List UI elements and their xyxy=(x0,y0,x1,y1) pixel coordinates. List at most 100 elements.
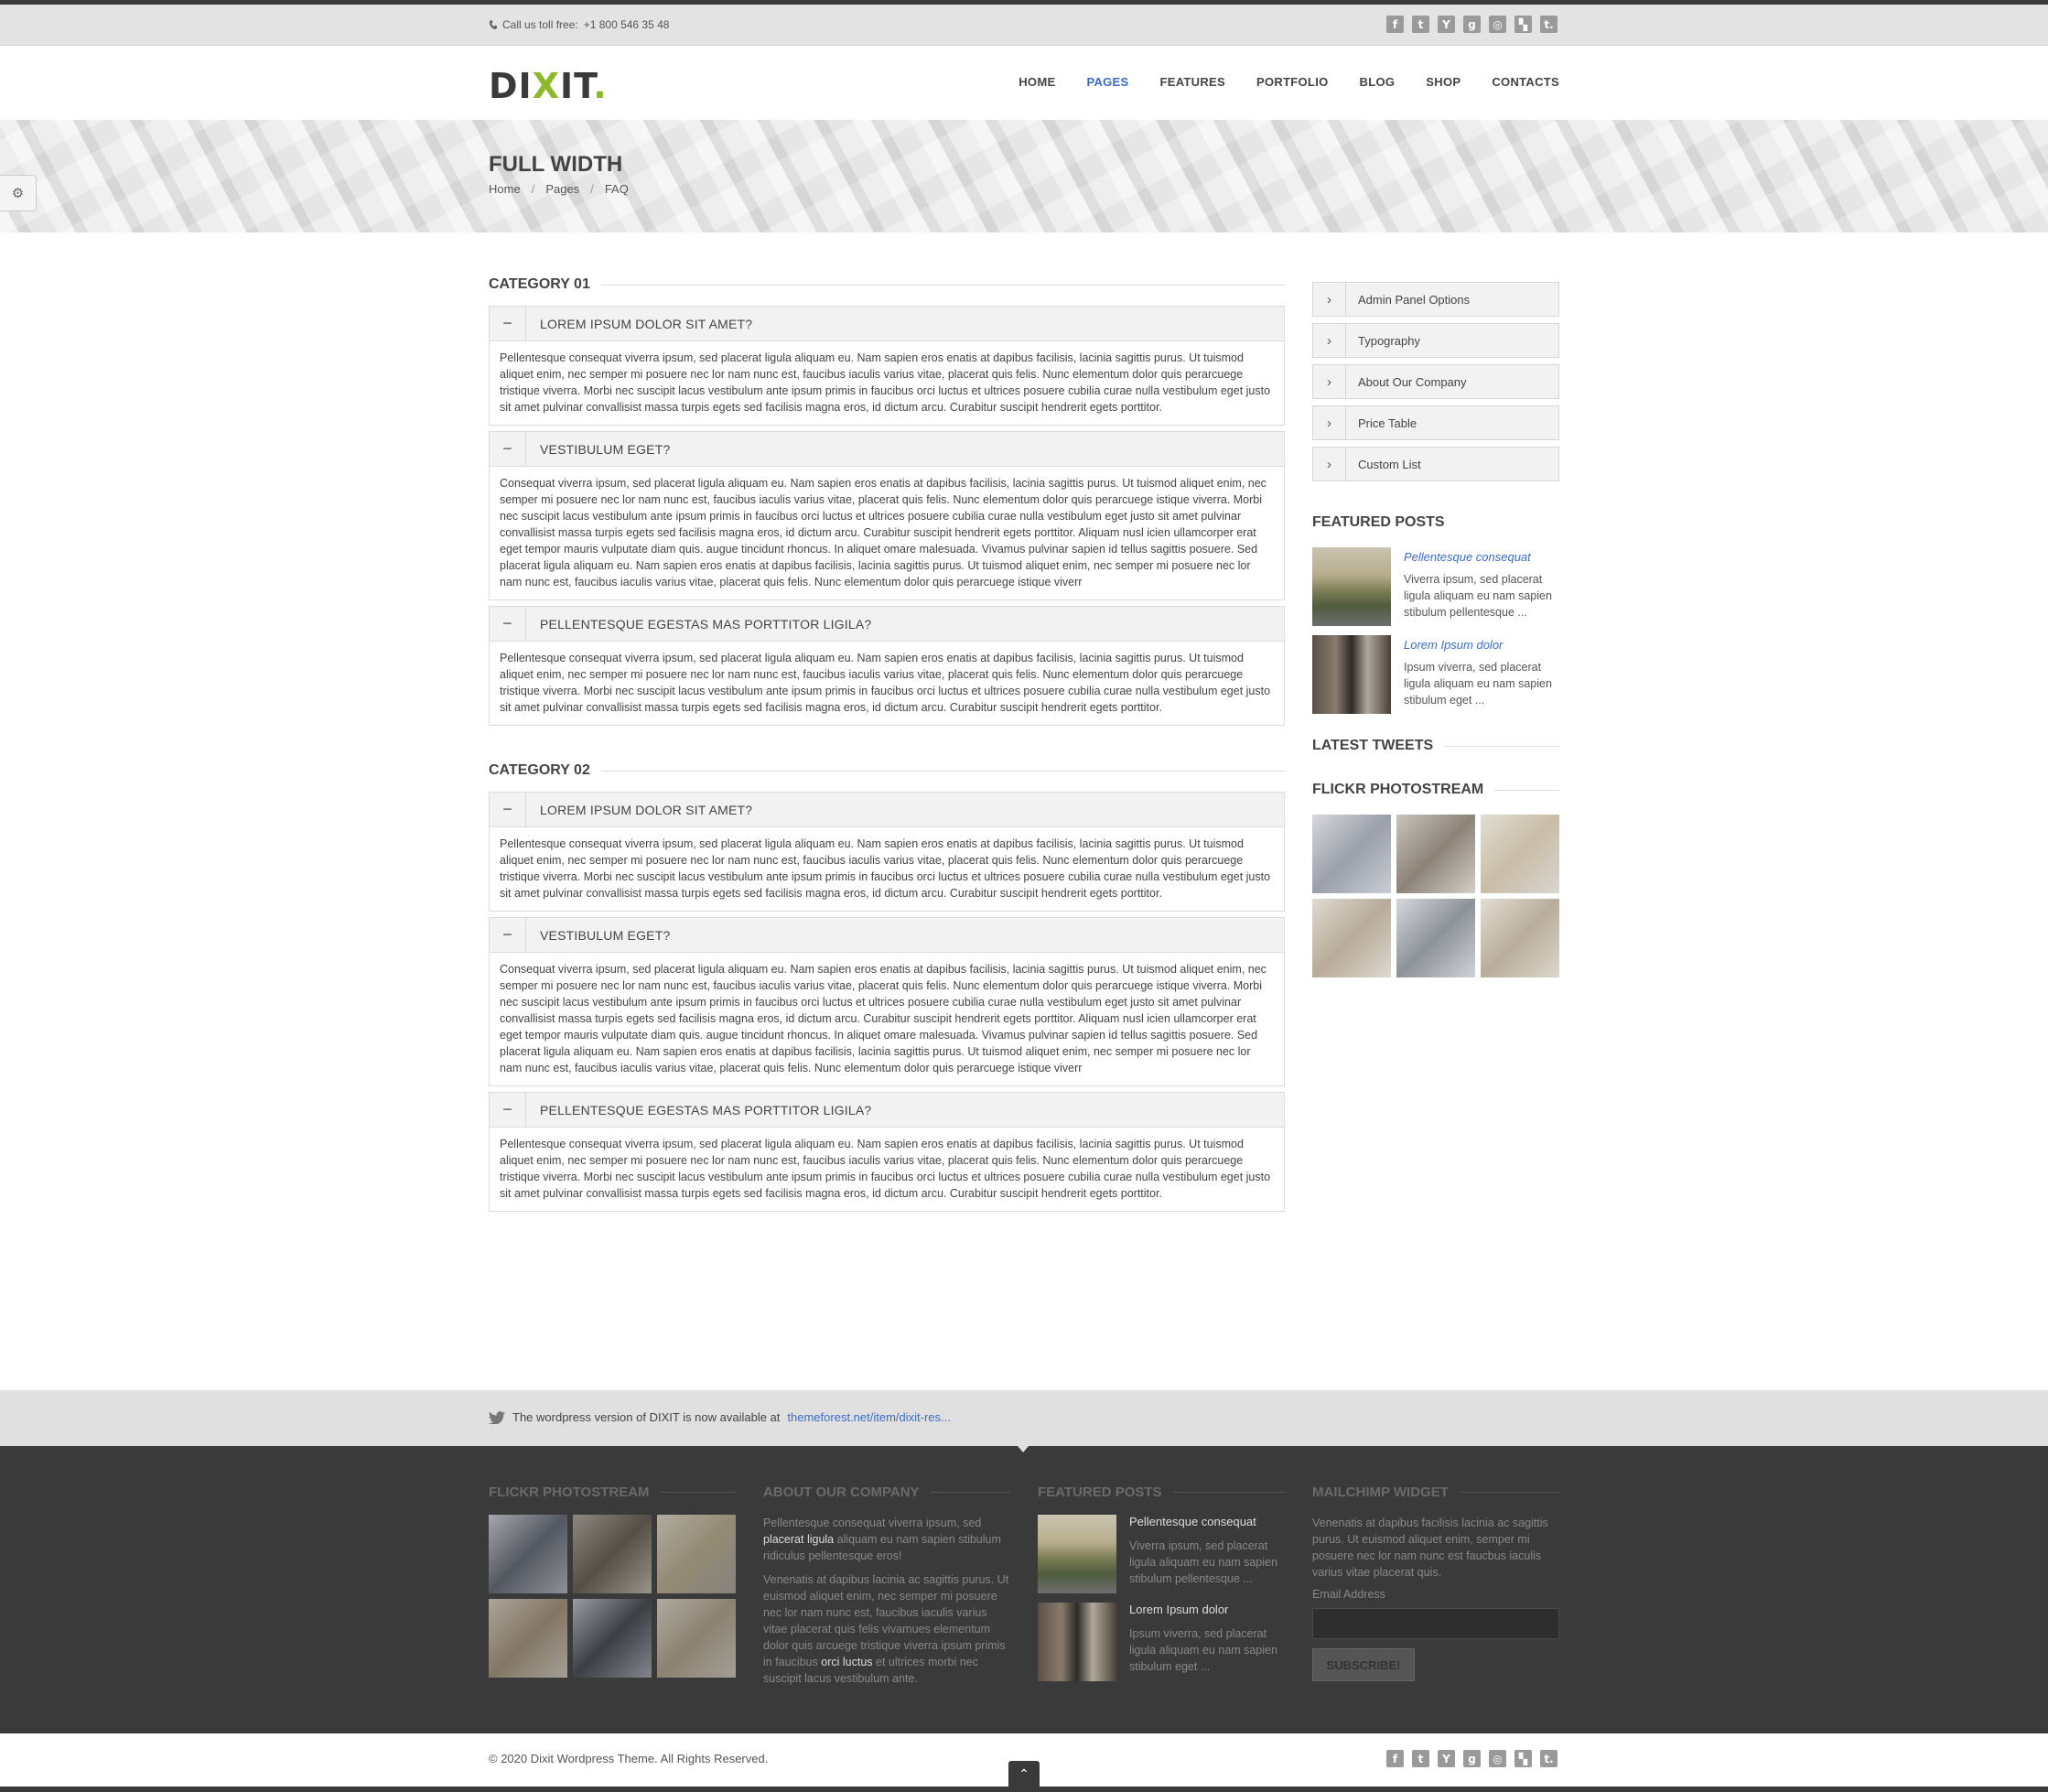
about-paragraph: Venenatis at dapibus lacinia ac sagittis… xyxy=(763,1571,1010,1687)
post-thumbnail[interactable] xyxy=(1312,547,1391,626)
flickr-photo[interactable] xyxy=(1312,899,1391,977)
googleplus-icon[interactable]: g xyxy=(1463,1750,1481,1767)
collapse-icon[interactable]: − xyxy=(490,606,526,642)
category-heading: CATEGORY 02 xyxy=(489,762,1285,779)
notice-text: The wordpress version of DIXIT is now av… xyxy=(489,1410,951,1424)
question-text[interactable]: LOREM IPSUM DOLOR SIT AMET? xyxy=(526,317,752,331)
flickr-photo[interactable] xyxy=(1481,899,1559,977)
notice-notch xyxy=(1018,1446,1029,1452)
post-title-link[interactable]: Pellentesque consequat xyxy=(1129,1515,1285,1528)
social-links-bottom: f t Y g ◎ ▚ t. xyxy=(1386,1750,1558,1767)
breadcrumb-home[interactable]: Home xyxy=(489,182,521,196)
facebook-icon[interactable]: f xyxy=(1386,16,1404,33)
logo-dot: . xyxy=(593,66,608,106)
flickr-photo[interactable] xyxy=(657,1515,736,1593)
footer-about: ABOUT OUR COMPANY Pellentesque consequat… xyxy=(763,1484,1010,1687)
post-thumbnail[interactable] xyxy=(1312,635,1391,714)
faq-question[interactable]: − VESTIBULUM EGET? xyxy=(490,431,1284,467)
facebook-icon[interactable]: f xyxy=(1386,1750,1404,1767)
faq-question[interactable]: − LOREM IPSUM DOLOR SIT AMET? xyxy=(490,306,1284,341)
nav-shop[interactable]: SHOP xyxy=(1426,75,1461,89)
footer-flickr-title: FLICKR PHOTOSTREAM xyxy=(489,1484,650,1500)
collapse-icon[interactable]: − xyxy=(490,306,526,341)
collapse-icon[interactable]: − xyxy=(490,431,526,467)
question-text[interactable]: VESTIBULUM EGET? xyxy=(526,928,670,943)
about-highlight: placerat ligula xyxy=(763,1533,835,1546)
flickr-photo[interactable] xyxy=(489,1599,567,1678)
twitter-icon[interactable]: t xyxy=(1412,16,1429,33)
collapse-icon[interactable]: − xyxy=(490,1092,526,1128)
faq-item: − LOREM IPSUM DOLOR SIT AMET? Pellentesqu… xyxy=(489,306,1285,426)
twitter-icon[interactable]: t xyxy=(1412,1750,1429,1767)
nav-portfolio[interactable]: PORTFOLIO xyxy=(1256,75,1329,89)
latest-tweets-title: LATEST TWEETS xyxy=(1312,738,1434,753)
flickr-photo[interactable] xyxy=(1396,899,1475,977)
dribbble-icon[interactable]: ◎ xyxy=(1489,16,1506,33)
category-heading: CATEGORY 01 xyxy=(489,276,1285,293)
subscribe-button[interactable]: SUBSCRIBE! xyxy=(1312,1648,1415,1681)
style-switcher-gear-icon[interactable]: ⚙ xyxy=(0,175,37,211)
sidebar-item-label: Custom List xyxy=(1358,457,1421,471)
question-text[interactable]: PELLENTESQUE EGESTAS MAS PORTTITOR LIGIL… xyxy=(526,1103,871,1117)
faq-question[interactable]: − LOREM IPSUM DOLOR SIT AMET? xyxy=(490,792,1284,827)
youtube-icon[interactable]: Y xyxy=(1438,1750,1455,1767)
answer-text: Pellentesque consequat viverra ipsum, se… xyxy=(500,837,1271,900)
question-text[interactable]: LOREM IPSUM DOLOR SIT AMET? xyxy=(526,803,752,817)
post-title-link[interactable]: Lorem Ipsum dolor xyxy=(1404,638,1559,652)
post-excerpt: Ipsum viverra, sed placerat ligula aliqu… xyxy=(1129,1627,1277,1673)
mailchimp-text: Venenatis at dapibus facilisis lacinia a… xyxy=(1312,1517,1548,1579)
bottom-stripe xyxy=(0,1787,2048,1792)
dribbble-icon[interactable]: ◎ xyxy=(1489,1750,1506,1767)
faq-question[interactable]: − PELLENTESQUE EGESTAS MAS PORTTITOR LIGI… xyxy=(490,1092,1284,1128)
footer-featured-post: Lorem Ipsum dolor Ipsum viverra, sed plac… xyxy=(1038,1603,1285,1681)
sidebar-item-custom-list[interactable]: › Custom List xyxy=(1312,447,1559,481)
post-title-link[interactable]: Lorem Ipsum dolor xyxy=(1129,1603,1285,1616)
flickr-photo[interactable] xyxy=(657,1599,736,1678)
page-banner: FULL WIDTH Home / Pages / FAQ xyxy=(0,120,2048,232)
flickr-photo[interactable] xyxy=(489,1515,567,1593)
flickr-photo[interactable] xyxy=(1396,815,1475,893)
youtube-icon[interactable]: Y xyxy=(1438,16,1455,33)
breadcrumb-pages[interactable]: Pages xyxy=(545,182,579,196)
answer-text: Consequat viverra ipsum, sed placerat li… xyxy=(500,963,1267,1074)
notice-message: The wordpress version of DIXIT is now av… xyxy=(512,1410,781,1424)
nav-features[interactable]: FEATURES xyxy=(1160,75,1226,89)
nav-contacts[interactable]: CONTACTS xyxy=(1492,75,1559,89)
post-title-link[interactable]: Pellentesque consequat xyxy=(1404,550,1559,564)
faq-question[interactable]: − VESTIBULUM EGET? xyxy=(490,917,1284,953)
footer-featured: FEATURED POSTS Pellentesque consequat Viv… xyxy=(1038,1484,1285,1690)
flickr-photo[interactable] xyxy=(1481,815,1559,893)
sidebar-item-typography[interactable]: › Typography xyxy=(1312,323,1559,358)
featured-posts-title: FEATURED POSTS xyxy=(1312,514,1445,530)
flickr-photo[interactable] xyxy=(1312,815,1391,893)
footer-featured-title: FEATURED POSTS xyxy=(1038,1484,1162,1500)
post-thumbnail[interactable] xyxy=(1038,1603,1116,1681)
nav-pages[interactable]: PAGES xyxy=(1086,75,1128,89)
sidebar-item-price-table[interactable]: › Price Table xyxy=(1312,405,1559,440)
nav-blog[interactable]: BLOG xyxy=(1360,75,1396,89)
post-thumbnail[interactable] xyxy=(1038,1515,1116,1593)
sidebar-item-admin-panel[interactable]: › Admin Panel Options xyxy=(1312,282,1559,317)
question-text[interactable]: VESTIBULUM EGET? xyxy=(526,442,670,457)
delicious-icon[interactable]: ▚ xyxy=(1514,1750,1532,1767)
flickr-photo[interactable] xyxy=(573,1599,652,1678)
question-text[interactable]: PELLENTESQUE EGESTAS MAS PORTTITOR LIGIL… xyxy=(526,617,871,632)
faq-item: − LOREM IPSUM DOLOR SIT AMET? Pellentesqu… xyxy=(489,792,1285,912)
sidebar-item-about[interactable]: › About Our Company xyxy=(1312,364,1559,399)
googleplus-icon[interactable]: g xyxy=(1463,16,1481,33)
tumblr-icon[interactable]: t. xyxy=(1540,1750,1558,1767)
flickr-photo[interactable] xyxy=(573,1515,652,1593)
back-to-top-chevron-up-icon[interactable]: ⌃ xyxy=(1008,1761,1040,1787)
category-title: CATEGORY 02 xyxy=(489,762,590,778)
collapse-icon[interactable]: − xyxy=(490,917,526,953)
delicious-icon[interactable]: ▚ xyxy=(1514,16,1532,33)
collapse-icon[interactable]: − xyxy=(490,792,526,827)
tumblr-icon[interactable]: t. xyxy=(1540,16,1558,33)
email-field[interactable] xyxy=(1312,1608,1559,1639)
notice-link[interactable]: themeforest.net/item/dixit-res... xyxy=(787,1410,950,1424)
about-highlight: orci luctus xyxy=(821,1656,873,1668)
nav-home[interactable]: HOME xyxy=(1019,75,1055,89)
faq-question[interactable]: − PELLENTESQUE EGESTAS MAS PORTTITOR LIGI… xyxy=(490,606,1284,642)
logo[interactable]: DIXIT. xyxy=(489,66,608,106)
phone-number: +1 800 546 35 48 xyxy=(583,18,670,31)
